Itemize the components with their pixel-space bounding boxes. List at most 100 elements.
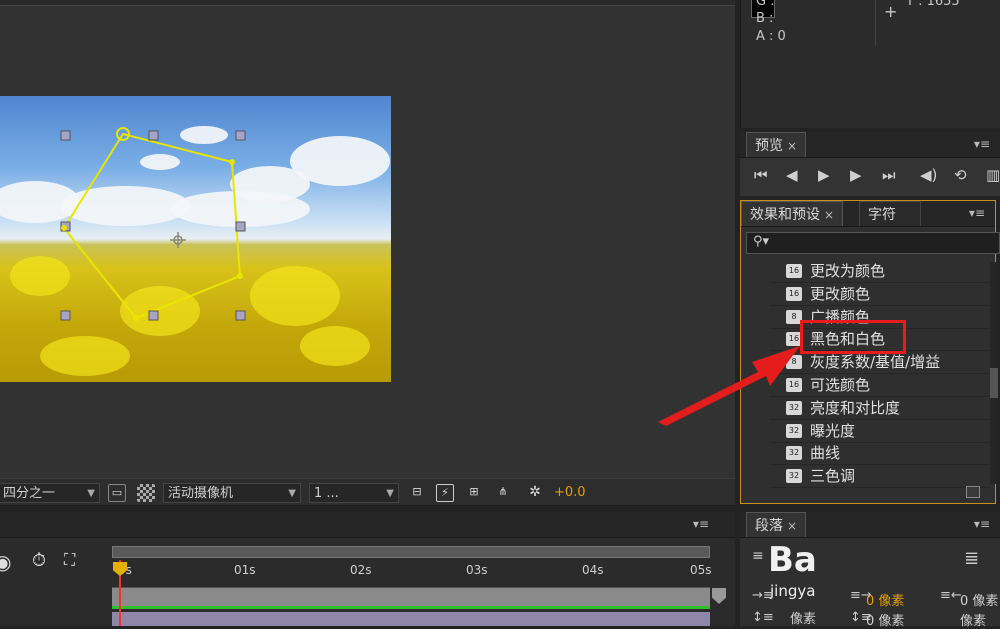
flowchart-icon[interactable]: ⋔ <box>494 484 512 502</box>
bounding-handle[interactable] <box>60 130 71 141</box>
watermark-logo: Ba <box>768 540 817 580</box>
tab-effects-label: 效果和预设 <box>750 207 820 223</box>
time-tick-label: 01s <box>234 563 256 577</box>
tab-paragraph-label: 段落 <box>755 518 783 534</box>
stopwatch-icon[interactable]: ⏱ <box>32 550 46 571</box>
effect-item[interactable]: 三色调 <box>810 465 855 487</box>
annotation-arrow <box>658 346 800 426</box>
crosshair-icon: + <box>884 2 898 21</box>
close-icon[interactable]: × <box>824 208 834 222</box>
layer-track[interactable] <box>112 588 710 606</box>
align-left-icon[interactable]: ≡ <box>752 548 764 564</box>
close-icon[interactable]: × <box>787 139 797 153</box>
effect-row-divider <box>770 282 990 283</box>
effect-item[interactable]: 更改为颜色 <box>810 260 885 282</box>
graph-editor-icon[interactable]: ⛶ <box>64 550 75 570</box>
panel-menu-icon[interactable]: ▾≡ <box>969 206 985 220</box>
preview-panel-header: 预览 × ▾≡ <box>740 132 1000 158</box>
mask-overlay[interactable] <box>0 96 391 382</box>
mask-vertex[interactable] <box>133 315 139 321</box>
mask-vertex[interactable] <box>237 273 243 279</box>
chevron-down-icon: ▼ <box>288 488 296 499</box>
indent-right-icon[interactable]: ≡← <box>940 588 962 603</box>
work-area-bar[interactable] <box>112 546 710 558</box>
views-dropdown[interactable]: 1 ... ▼ <box>309 483 399 503</box>
extra-value[interactable]: 像素 <box>960 610 986 629</box>
justify-all-icon[interactable]: ≣ <box>964 548 979 569</box>
mask-vertex[interactable] <box>61 225 67 231</box>
audio-icon[interactable]: ◀) <box>920 166 937 184</box>
bounding-handle[interactable] <box>235 221 246 232</box>
bounding-handle[interactable] <box>235 310 246 321</box>
layer-duration-bar[interactable] <box>112 606 710 609</box>
ram-preview-icon[interactable]: ▥ <box>986 166 1000 184</box>
layer-bar[interactable] <box>112 612 710 626</box>
previous-frame-icon[interactable]: ◀ <box>786 166 798 184</box>
panel-menu-icon[interactable]: ▾≡ <box>693 517 709 531</box>
eye-icon[interactable]: ◉ <box>0 550 11 574</box>
timeline-icon[interactable]: ⊞ <box>465 484 483 502</box>
next-frame-icon[interactable]: ▶ <box>850 166 862 184</box>
effect-item[interactable]: 灰度系数/基值/增益 <box>810 351 940 373</box>
mask-vertex[interactable] <box>229 159 235 165</box>
camera-dropdown[interactable]: 活动摄像机 ▼ <box>163 483 301 503</box>
space-before-value[interactable]: 像素 <box>790 608 816 627</box>
transparency-grid-icon[interactable] <box>137 484 155 502</box>
timeline-header: ▾≡ <box>0 512 735 538</box>
paragraph-panel-header: 段落 × ▾≡ <box>740 512 1000 538</box>
effect-preset-icon: 32 <box>786 424 802 438</box>
time-tick-label: 04s <box>582 563 604 577</box>
play-icon[interactable]: ▶ <box>818 166 830 184</box>
time-tick-label: 02s <box>350 563 372 577</box>
time-ruler[interactable] <box>112 560 710 588</box>
watermark-text: jingya <box>770 582 816 600</box>
tab-character-label: 字符 <box>868 207 896 223</box>
fast-previews-icon[interactable]: ⚡ <box>436 484 454 502</box>
resolution-dropdown[interactable]: 四分之一 ▼ <box>0 483 100 503</box>
bounding-handle[interactable] <box>148 130 159 141</box>
exposure-reset-icon[interactable]: ✲ <box>526 484 544 502</box>
effect-row-divider <box>770 487 990 488</box>
exposure-value[interactable]: +0.0 <box>554 483 586 503</box>
bounding-handle[interactable] <box>235 130 246 141</box>
chevron-down-icon: ▼ <box>87 488 95 499</box>
toggle-pixel-aspect-icon[interactable]: ⊟ <box>408 484 426 502</box>
effect-preset-icon: 16 <box>786 264 802 278</box>
effect-item[interactable]: 曲线 <box>810 442 840 464</box>
space-after-value[interactable]: 0 像素 <box>866 610 904 629</box>
last-frame-icon[interactable]: ⏭ <box>882 166 896 184</box>
indent-right-value[interactable]: 0 像素 <box>960 590 998 609</box>
tab-character[interactable]: 字符 <box>859 201 921 226</box>
tab-paragraph[interactable]: 段落 × <box>746 512 807 537</box>
close-icon[interactable]: × <box>787 519 797 533</box>
preview-controls: ⏮ ◀ ▶ ▶ ⏭ ◀) ⟲ ▥ <box>740 158 1000 196</box>
panel-menu-icon[interactable]: ▾≡ <box>974 137 990 151</box>
effect-item[interactable]: 更改颜色 <box>810 283 870 305</box>
effect-item[interactable]: 曝光度 <box>810 420 855 442</box>
mask-path[interactable] <box>62 132 242 320</box>
info-g-label: G : <box>756 0 775 9</box>
views-value: 1 ... <box>314 486 339 501</box>
composition-image[interactable] <box>0 96 391 382</box>
effects-search-input[interactable]: ⚲▾ <box>746 232 1000 254</box>
space-before-icon[interactable]: ↕≡ <box>752 610 774 625</box>
tab-preview[interactable]: 预览 × <box>746 132 807 157</box>
new-folder-icon[interactable] <box>966 486 980 498</box>
first-frame-icon[interactable]: ⏮ <box>754 166 768 184</box>
bounding-handle[interactable] <box>148 310 159 321</box>
effect-row-divider <box>770 305 990 306</box>
anchor-point-icon[interactable] <box>170 232 186 248</box>
indent-left-icon[interactable]: →≡ <box>752 588 774 603</box>
panel-menu-icon[interactable]: ▾≡ <box>974 517 990 531</box>
effects-scroll-thumb[interactable] <box>990 368 998 398</box>
chevron-down-icon: ▼ <box>386 488 394 499</box>
loop-icon[interactable]: ⟲ <box>954 166 967 184</box>
effect-preset-icon: 16 <box>786 287 802 301</box>
tab-effects-presets[interactable]: 效果和预设 × <box>741 201 844 226</box>
indent-first-value[interactable]: 0 像素 <box>866 590 904 609</box>
effect-item[interactable]: 亮度和对比度 <box>810 397 900 419</box>
region-of-interest-icon[interactable]: ▭ <box>108 484 126 502</box>
bounding-handle[interactable] <box>60 310 71 321</box>
effect-preset-icon: 32 <box>786 446 802 460</box>
effect-item[interactable]: 可选颜色 <box>810 374 870 396</box>
